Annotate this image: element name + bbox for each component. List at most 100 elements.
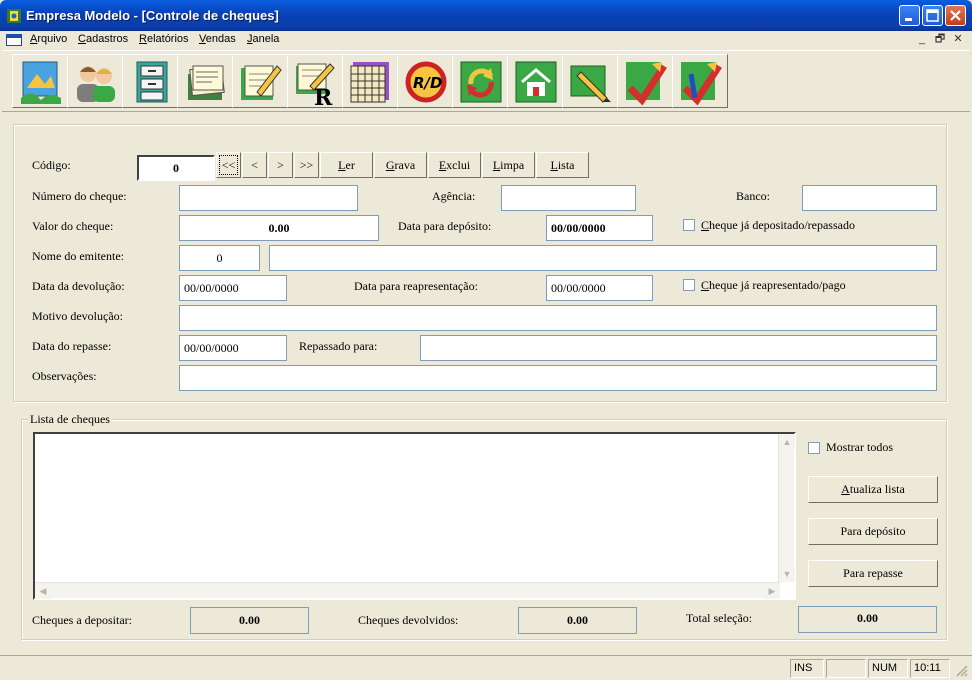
emitente-code-input[interactable]	[179, 245, 260, 271]
scroll-up-icon[interactable]: ▲	[779, 434, 795, 450]
vertical-scrollbar[interactable]: ▲ ▼	[778, 434, 795, 582]
map-icon	[21, 61, 61, 104]
scroll-left-icon[interactable]: ◀	[35, 583, 51, 599]
emitente-label: Nome do emitente:	[32, 249, 124, 263]
agencia-label: Agência:	[432, 189, 476, 203]
toolbar-button-pen[interactable]	[562, 54, 618, 108]
agencia-input[interactable]	[501, 185, 636, 211]
red-pencil-check-icon	[626, 62, 667, 106]
emitente-name-input[interactable]	[269, 245, 937, 271]
numero-cheque-label: Número do cheque:	[32, 189, 127, 203]
toolbar: R R/D	[2, 50, 970, 112]
cheques-a-depositar-value: 0.00	[190, 607, 309, 634]
nav-next-button[interactable]: >	[268, 152, 293, 178]
cheques-listbox[interactable]: ▲ ▼ ◀ ▶	[33, 432, 796, 600]
toolbar-button-blue-pencil[interactable]	[672, 54, 728, 108]
para-repasse-button[interactable]: Para repasse	[808, 560, 938, 587]
menu-vendas[interactable]: Vendas	[199, 33, 236, 45]
data-devolucao-input[interactable]	[179, 275, 287, 301]
repassado-para-input[interactable]	[420, 335, 937, 361]
ler-button[interactable]: Ler	[320, 152, 373, 178]
total-selecao-label: Total seleção:	[686, 611, 753, 625]
numero-cheque-input[interactable]	[179, 185, 358, 211]
motivo-devolucao-label: Motivo devolução:	[32, 309, 123, 323]
svg-text:R: R	[314, 85, 333, 106]
scroll-right-icon[interactable]: ▶	[764, 583, 780, 599]
toolbar-button-notepad[interactable]	[232, 54, 288, 108]
nav-first-button[interactable]: <<	[216, 152, 241, 178]
lista-cheques-label: Lista de cheques	[28, 412, 112, 427]
cheque-depositado-label[interactable]: Cheque já depositado/repassado	[701, 218, 855, 233]
data-repasse-input[interactable]	[179, 335, 287, 361]
notepad-report-icon: R	[296, 63, 335, 106]
valor-cheque-label: Valor do cheque:	[32, 219, 114, 233]
horizontal-scrollbar[interactable]: ◀ ▶	[35, 582, 780, 599]
notepad-pencil-icon	[241, 65, 282, 100]
valor-cheque-input[interactable]	[179, 215, 379, 241]
cheques-a-depositar-label: Cheques a depositar:	[32, 613, 132, 627]
limpa-button[interactable]: Limpa	[482, 152, 535, 178]
mdi-restore-button[interactable]: 🗗	[932, 32, 948, 48]
menu-arquivo[interactable]: Arquivo	[30, 33, 67, 45]
atualiza-lista-button[interactable]: Atualiza lista	[808, 476, 938, 503]
nav-prev-button[interactable]: <	[242, 152, 267, 178]
documents-icon	[188, 65, 225, 100]
nav-last-button[interactable]: >>	[294, 152, 319, 178]
status-ins: INS	[790, 659, 824, 678]
cheque-reapresentado-label[interactable]: Cheque já reapresentado/pago	[701, 278, 846, 293]
banco-input[interactable]	[802, 185, 937, 211]
toolbar-button-file-cabinet[interactable]	[122, 54, 178, 108]
status-num: NUM	[868, 659, 908, 678]
close-button[interactable]	[945, 5, 966, 26]
mostrar-todos-checkbox[interactable]	[808, 442, 820, 454]
toolbar-button-refresh[interactable]	[452, 54, 508, 108]
minimize-button[interactable]	[899, 5, 920, 26]
motivo-devolucao-input[interactable]	[179, 305, 937, 331]
toolbar-button-calendar[interactable]	[342, 54, 398, 108]
repassado-para-label: Repassado para:	[299, 339, 378, 353]
exclui-button[interactable]: Exclui	[428, 152, 481, 178]
codigo-input[interactable]	[137, 155, 215, 181]
status-time: 10:11	[910, 659, 950, 678]
mdi-close-button[interactable]: ✕	[950, 32, 966, 48]
menu-bar: Arquivo Cadastros Relatórios Vendas Jane…	[0, 31, 972, 49]
mdi-minimize-button[interactable]: _	[914, 32, 930, 48]
cheque-reapresentado-checkbox[interactable]	[683, 279, 695, 291]
cheques-devolvidos-label: Cheques devolvidos:	[358, 613, 459, 627]
banco-label: Banco:	[736, 189, 770, 203]
toolbar-button-red-pencil[interactable]	[617, 54, 673, 108]
grava-button[interactable]: Grava	[374, 152, 427, 178]
toolbar-button-map[interactable]	[12, 54, 68, 108]
para-deposito-button[interactable]: Para depósito	[808, 518, 938, 545]
refresh-arrows-icon	[460, 61, 502, 103]
file-cabinet-icon	[136, 61, 168, 103]
scroll-down-icon[interactable]: ▼	[779, 566, 795, 582]
observacoes-label: Observações:	[32, 369, 97, 383]
menu-cadastros[interactable]: Cadastros	[78, 33, 128, 45]
observacoes-input[interactable]	[179, 365, 937, 391]
menu-janela[interactable]: Janela	[247, 33, 279, 45]
rd-circle-icon: R/D	[405, 61, 447, 103]
blue-pencil-check-icon	[681, 62, 722, 106]
cheque-depositado-checkbox[interactable]	[683, 219, 695, 231]
mostrar-todos-label[interactable]: Mostrar todos	[826, 440, 893, 455]
minimize-icon	[905, 18, 912, 21]
data-reapresentacao-input[interactable]	[546, 275, 653, 301]
resize-grip-icon[interactable]	[956, 665, 968, 677]
maximize-icon	[926, 9, 939, 22]
lista-button[interactable]: Lista	[536, 152, 589, 178]
people-icon	[77, 66, 115, 102]
menu-relatorios[interactable]: Relatórios	[139, 33, 189, 45]
toolbar-button-home[interactable]	[507, 54, 563, 108]
data-repasse-label: Data do repasse:	[32, 339, 112, 353]
toolbar-button-notepad-report[interactable]: R	[287, 54, 343, 108]
codigo-label: Código:	[32, 158, 71, 172]
toolbar-button-documents[interactable]	[177, 54, 233, 108]
toolbar-button-people[interactable]	[67, 54, 123, 108]
data-deposito-input[interactable]	[546, 215, 653, 241]
toolbar-button-rd[interactable]: R/D	[397, 54, 453, 108]
maximize-button[interactable]	[922, 5, 943, 26]
mdi-window-icon[interactable]	[6, 34, 22, 46]
app-icon[interactable]	[6, 8, 22, 24]
close-icon	[950, 10, 961, 21]
